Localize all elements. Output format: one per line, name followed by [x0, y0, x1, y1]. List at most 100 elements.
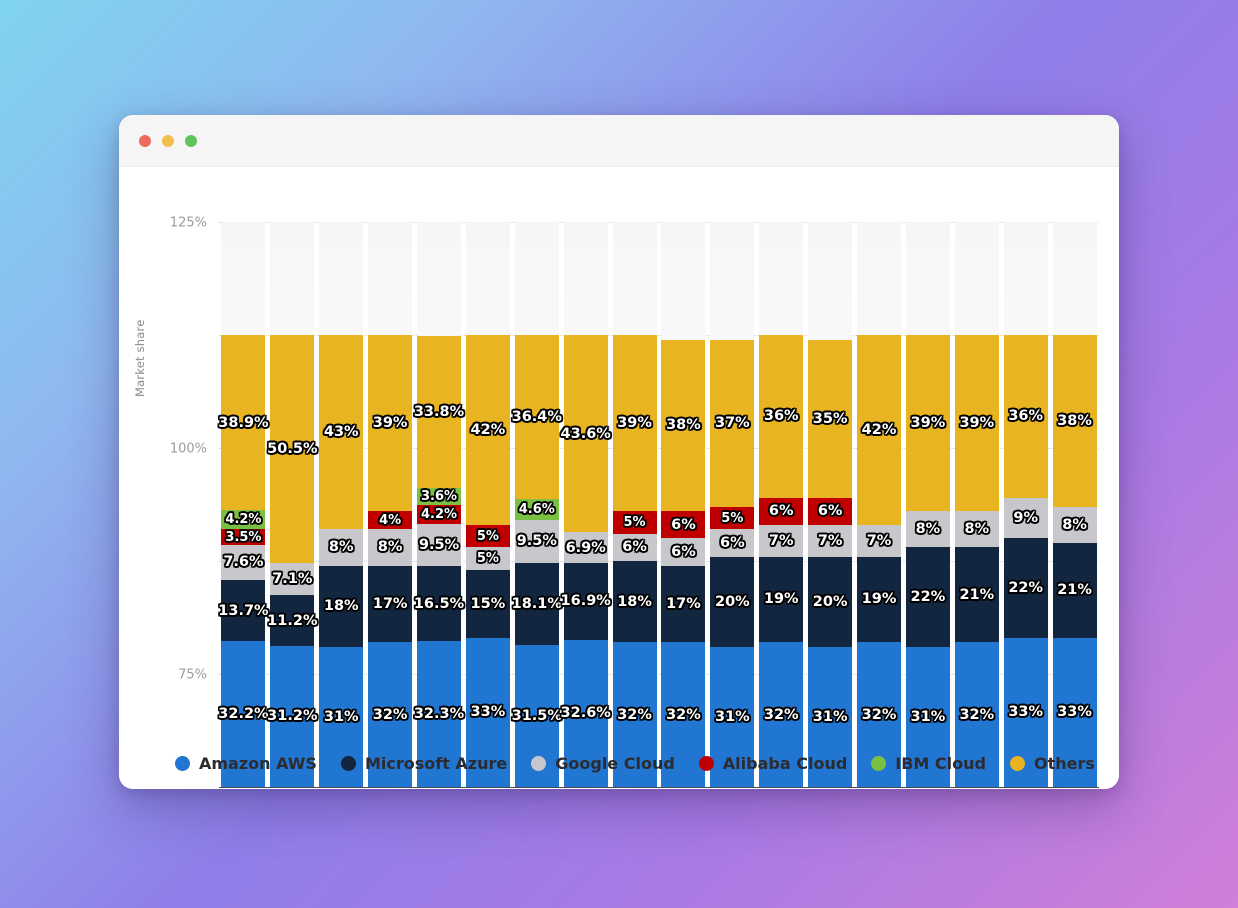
bar-segment[interactable]: 6.9%	[563, 532, 608, 564]
bar-segment[interactable]: 36.4%	[512, 334, 562, 500]
bar-segment[interactable]: 9.5%	[514, 519, 559, 563]
bar-segment[interactable]: 9%	[1003, 497, 1048, 539]
bar-segment[interactable]: 5%	[612, 511, 657, 534]
bar-segment[interactable]: 18%	[612, 561, 657, 643]
bar-segment[interactable]: 39%	[954, 335, 999, 512]
stacked-bar[interactable]: 39% 5% 6% 18% 32%	[612, 335, 657, 787]
bar-segment[interactable]: 21%	[1052, 542, 1097, 638]
bar-segment[interactable]: 7%	[759, 524, 804, 557]
bar-segment[interactable]: 6%	[661, 511, 706, 539]
legend-item[interactable]: Amazon AWS	[175, 754, 317, 773]
bar-segment[interactable]: 38.9%	[218, 334, 269, 511]
bar-column[interactable]: 37% 5% 6% 20% 31%	[708, 222, 757, 787]
bar-segment[interactable]: 19%	[759, 556, 804, 643]
stacked-bar[interactable]: 50.5% 7.1% 11.2% 31.2%	[267, 335, 317, 787]
bar-segment[interactable]: 39%	[905, 335, 950, 512]
bar-segment[interactable]: 21%	[954, 547, 999, 643]
bar-segment[interactable]: 7.6%	[221, 545, 266, 580]
bar-segment[interactable]: 15%	[465, 570, 510, 638]
stacked-bar[interactable]: 43.6% 6.9% 16.9% 32.6%	[561, 335, 611, 787]
bar-segment[interactable]: 22%	[1003, 538, 1048, 638]
bar-segment[interactable]: 42%	[465, 335, 510, 525]
bar-segment[interactable]: 20%	[710, 556, 755, 647]
bar-segment[interactable]: 38%	[661, 339, 706, 512]
close-window-button[interactable]	[139, 134, 151, 147]
bar-segment[interactable]: 5%	[465, 547, 510, 571]
bar-segment[interactable]: 5%	[465, 524, 510, 548]
legend-item[interactable]: Microsoft Azure	[340, 754, 507, 773]
bar-segment[interactable]: 39%	[612, 335, 657, 512]
maximize-window-button[interactable]	[185, 134, 197, 147]
bar-segment[interactable]: 17%	[661, 565, 706, 643]
bar-segment[interactable]: 8%	[368, 529, 413, 566]
bar-segment[interactable]: 38%	[1052, 335, 1097, 507]
bar-segment[interactable]: 8%	[905, 511, 950, 548]
bar-column[interactable]: 39% 8% 21% 32%	[952, 222, 1001, 787]
bar-segment[interactable]: 6%	[710, 529, 755, 557]
bar-column[interactable]: 43% 8% 18% 31%	[317, 222, 366, 787]
bar-segment[interactable]: 20%	[808, 556, 853, 647]
bar-column[interactable]: 38.9% 4.2% 3.5% 7.6% 13.7% 32.2%	[218, 222, 269, 787]
minimize-window-button[interactable]	[162, 134, 174, 147]
stacked-bar[interactable]: 39% 4% 8% 17% 32%	[368, 335, 413, 787]
bar-segment[interactable]: 3.5%	[221, 529, 266, 546]
bar-column[interactable]: 42% 7% 19% 32%	[855, 222, 904, 787]
bar-column[interactable]: 50.5% 7.1% 11.2% 31.2%	[267, 222, 317, 787]
bar-segment[interactable]: 16.5%	[414, 566, 464, 642]
stacked-bar[interactable]: 42% 7% 19% 32%	[857, 335, 902, 787]
bar-column[interactable]: 33.8% 3.6% 4.2% 9.5% 16.5% 32.3%	[414, 222, 464, 787]
stacked-bar[interactable]: 36.4% 4.6% 9.5% 18.1% 31.5%	[512, 334, 562, 787]
bar-segment[interactable]: 18.1%	[512, 562, 562, 645]
legend-item[interactable]: Alibaba Cloud	[698, 754, 847, 773]
bar-segment[interactable]: 36%	[759, 335, 804, 498]
bar-segment[interactable]: 19%	[857, 556, 902, 643]
bar-segment[interactable]: 33.8%	[414, 335, 464, 489]
bar-segment[interactable]: 17%	[368, 565, 413, 643]
bar-column[interactable]: 36% 6% 7% 19% 32%	[757, 222, 806, 787]
stacked-bar[interactable]: 39% 8% 21% 32%	[954, 335, 999, 787]
legend-item[interactable]: IBM Cloud	[871, 754, 986, 773]
bar-segment[interactable]: 8%	[1052, 506, 1097, 543]
bar-segment[interactable]: 4.2%	[221, 510, 266, 530]
bar-column[interactable]: 36.4% 4.6% 9.5% 18.1% 31.5%	[512, 222, 562, 787]
stacked-bar[interactable]: 43% 8% 18% 31%	[319, 335, 364, 787]
bar-segment[interactable]: 6%	[661, 538, 706, 566]
bar-segment[interactable]: 11.2%	[267, 595, 317, 646]
stacked-bar[interactable]: 38% 8% 21% 33%	[1052, 335, 1097, 787]
bar-segment[interactable]: 7.1%	[270, 563, 315, 596]
bar-segment[interactable]: 7%	[857, 524, 902, 557]
bar-segment[interactable]: 37%	[710, 339, 755, 507]
stacked-bar[interactable]: 37% 5% 6% 20% 31%	[710, 339, 755, 787]
bar-segment[interactable]: 6%	[612, 533, 657, 562]
bar-segment[interactable]: 50.5%	[267, 335, 317, 564]
bar-segment[interactable]: 3.6%	[417, 488, 461, 505]
stacked-bar[interactable]: 42% 5% 5% 15% 33%	[465, 335, 510, 787]
bar-segment[interactable]: 4.6%	[514, 499, 559, 520]
bar-column[interactable]: 36% 9% 22% 33%	[1001, 222, 1050, 787]
bar-segment[interactable]: 4.2%	[417, 504, 461, 524]
bar-segment[interactable]: 9.5%	[417, 523, 461, 567]
bar-segment[interactable]: 5%	[710, 506, 755, 530]
bar-segment[interactable]: 42%	[857, 335, 902, 525]
bar-column[interactable]: 43.6% 6.9% 16.9% 32.6%	[561, 222, 611, 787]
bar-column[interactable]: 42% 5% 5% 15% 33%	[463, 222, 512, 787]
bar-segment[interactable]: 8%	[319, 529, 364, 566]
bar-column[interactable]: 39% 5% 6% 18% 32%	[610, 222, 659, 787]
stacked-bar[interactable]: 39% 8% 22% 31%	[905, 335, 950, 787]
bar-column[interactable]: 35% 6% 7% 20% 31%	[806, 222, 855, 787]
bar-segment[interactable]: 13.7%	[218, 579, 269, 642]
stacked-bar[interactable]: 36% 9% 22% 33%	[1003, 335, 1048, 787]
legend-item[interactable]: Others	[1009, 754, 1095, 773]
stacked-bar[interactable]: 33.8% 3.6% 4.2% 9.5% 16.5% 32.3%	[414, 335, 464, 787]
bar-segment[interactable]: 35%	[808, 339, 853, 498]
stacked-bar[interactable]: 36% 6% 7% 19% 32%	[759, 335, 804, 787]
bar-segment[interactable]: 22%	[905, 547, 950, 647]
stacked-bar[interactable]: 38.9% 4.2% 3.5% 7.6% 13.7% 32.2%	[218, 334, 269, 787]
bar-segment[interactable]: 4%	[368, 511, 413, 530]
bar-column[interactable]: 38% 6% 6% 17% 32%	[659, 222, 708, 787]
bar-segment[interactable]: 43.6%	[561, 335, 611, 533]
bar-column[interactable]: 39% 8% 22% 31%	[903, 222, 952, 787]
bar-column[interactable]: 39% 4% 8% 17% 32%	[366, 222, 415, 787]
stacked-bar[interactable]: 38% 6% 6% 17% 32%	[661, 339, 706, 787]
bar-segment[interactable]: 36%	[1003, 335, 1048, 498]
